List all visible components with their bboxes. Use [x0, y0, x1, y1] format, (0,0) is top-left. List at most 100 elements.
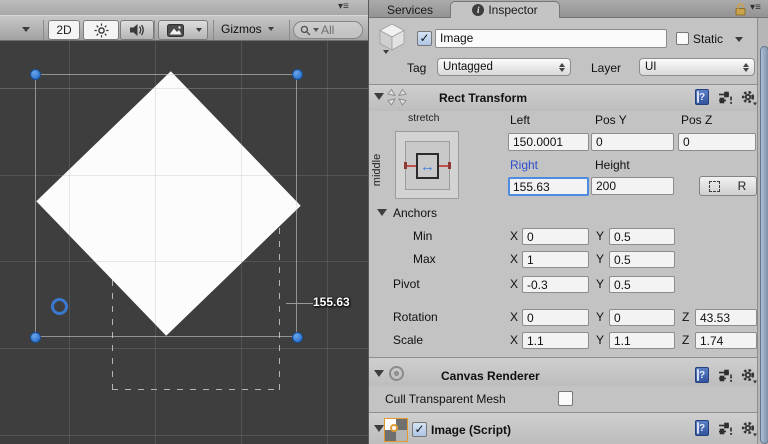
static-label: Static — [693, 32, 724, 46]
help-icon[interactable]: ? — [695, 420, 709, 436]
min-x-field[interactable]: 0 — [522, 228, 589, 245]
gizmos-label: Gizmos — [221, 22, 262, 36]
anchors-label: Anchors — [393, 206, 438, 220]
z-axis-label: Z — [682, 310, 690, 324]
max-y-field[interactable]: 0.5 — [609, 251, 675, 268]
render-mode-dropdown-icon[interactable] — [22, 27, 30, 32]
rect-handle-top-left[interactable] — [29, 68, 41, 80]
blueprint-mode-button[interactable] — [699, 176, 729, 196]
effects-toggle-button[interactable] — [158, 20, 192, 40]
x-axis-label: X — [510, 333, 519, 347]
scale-y-field[interactable]: 1.1 — [609, 332, 675, 349]
unity-editor: ▾≡ 2D Gizmos All 155.63 Services i Inspe… — [0, 0, 768, 444]
scrollbar-thumb[interactable] — [759, 46, 768, 444]
min-y-field[interactable]: 0.5 — [609, 228, 675, 245]
scale-label: Scale — [393, 333, 424, 347]
tag-label: Tag — [407, 61, 427, 75]
help-icon[interactable]: ? — [695, 89, 709, 105]
tab-inspector[interactable]: i Inspector — [450, 1, 560, 18]
rect-handle-bottom-left[interactable] — [29, 331, 41, 343]
tab-services[interactable]: Services — [371, 1, 449, 18]
gameobject-cube-icon[interactable] — [376, 21, 408, 52]
anchors-foldout-icon[interactable] — [377, 209, 387, 216]
rect-handle-top-right[interactable] — [291, 68, 303, 80]
static-dropdown-icon[interactable] — [735, 37, 743, 42]
toolbar-separator — [289, 20, 290, 40]
2d-toggle-button[interactable]: 2D — [48, 20, 80, 40]
lock-icon[interactable] — [734, 2, 747, 16]
stepper-icon — [559, 62, 565, 72]
posy-field[interactable]: 0 — [591, 133, 674, 151]
gear-icon[interactable] — [740, 367, 758, 384]
rotation-x-field[interactable]: 0 — [522, 309, 589, 326]
static-checkbox[interactable] — [676, 32, 689, 45]
rect-handle-bottom-right[interactable] — [291, 331, 303, 343]
presets-icon[interactable] — [718, 368, 734, 383]
speaker-icon — [130, 24, 144, 36]
pivot-handle[interactable] — [51, 298, 68, 315]
gear-icon[interactable] — [740, 420, 758, 437]
anchor-center-rect: ↔ — [416, 153, 439, 179]
help-icon[interactable]: ? — [695, 367, 709, 383]
inspector-pane-menu-icon[interactable]: ▾≡ — [750, 2, 761, 13]
canvas-renderer-icon — [389, 366, 404, 381]
presets-icon[interactable] — [718, 90, 734, 105]
rotation-label: Rotation — [393, 310, 438, 324]
foldout-icon[interactable] — [374, 425, 384, 432]
layer-value: UI — [645, 61, 657, 73]
scene-pane-menu-icon[interactable]: ▾≡ — [338, 1, 349, 12]
inspector-scrollbar[interactable] — [757, 18, 768, 444]
anchor-knob-right — [448, 162, 451, 169]
pivot-label: Pivot — [393, 277, 420, 291]
gameobject-icon-dropdown[interactable] — [383, 50, 389, 54]
search-icon — [300, 25, 311, 35]
pivot-y-field[interactable]: 0.5 — [609, 276, 675, 293]
foldout-icon[interactable] — [374, 93, 384, 100]
posz-field[interactable]: 0 — [678, 133, 756, 151]
cull-transparent-mesh-checkbox[interactable] — [558, 391, 573, 406]
y-axis-label: Y — [596, 252, 605, 266]
scene-view-panel: ▾≡ 2D Gizmos All 155.63 — [0, 0, 368, 444]
toolbar-separator — [213, 20, 214, 40]
tag-value: Untagged — [443, 61, 493, 73]
object-name-input[interactable]: Image — [435, 29, 667, 48]
pivot-x-field[interactable]: -0.3 — [522, 276, 589, 293]
rotation-z-field[interactable]: 43.53 — [695, 309, 757, 326]
x-axis-label: X — [510, 252, 519, 266]
raw-edit-button[interactable]: R — [728, 176, 757, 196]
presets-icon[interactable] — [718, 421, 734, 436]
left-field[interactable]: 150.0001 — [508, 133, 589, 151]
inspector-tabbar: Services i Inspector ▾≡ — [369, 0, 768, 18]
active-checkbox[interactable]: ✓ — [417, 31, 432, 46]
x-axis-label: X — [510, 310, 519, 324]
layer-label: Layer — [591, 61, 622, 75]
scene-search-input[interactable]: All — [293, 21, 363, 39]
foldout-icon[interactable] — [374, 370, 384, 377]
scale-z-field[interactable]: 1.74 — [695, 332, 757, 349]
height-field[interactable]: 200 — [591, 177, 674, 195]
posz-label: Pos Z — [681, 113, 713, 127]
scene-viewport[interactable]: 155.63 — [0, 41, 368, 444]
image-enabled-checkbox[interactable]: ✓ — [412, 422, 427, 437]
y-axis-label: Y — [596, 229, 605, 243]
toolbar-separator — [43, 20, 44, 40]
scale-x-field[interactable]: 1.1 — [522, 332, 589, 349]
min-label: Min — [413, 229, 433, 243]
max-x-field[interactable]: 1 — [522, 251, 589, 268]
right-label: Right — [510, 158, 539, 172]
rect-transform-outline — [35, 74, 297, 337]
anchor-stretch-label: stretch — [408, 112, 440, 124]
y-axis-label: Y — [596, 333, 605, 347]
lighting-toggle-button[interactable] — [83, 20, 119, 40]
gear-icon[interactable] — [740, 89, 758, 106]
right-field[interactable]: 155.63 — [508, 177, 589, 196]
layer-dropdown[interactable]: UI — [639, 58, 755, 76]
effects-dropdown[interactable] — [191, 20, 208, 40]
audio-toggle-button[interactable] — [120, 20, 154, 40]
image-icon — [166, 23, 184, 37]
tag-dropdown[interactable]: Untagged — [437, 58, 571, 76]
gizmos-dropdown[interactable]: Gizmos — [221, 22, 274, 36]
search-filter-chevron-icon — [313, 28, 319, 32]
rotation-y-field[interactable]: 0 — [609, 309, 675, 326]
measurement-label: 155.63 — [313, 295, 350, 309]
